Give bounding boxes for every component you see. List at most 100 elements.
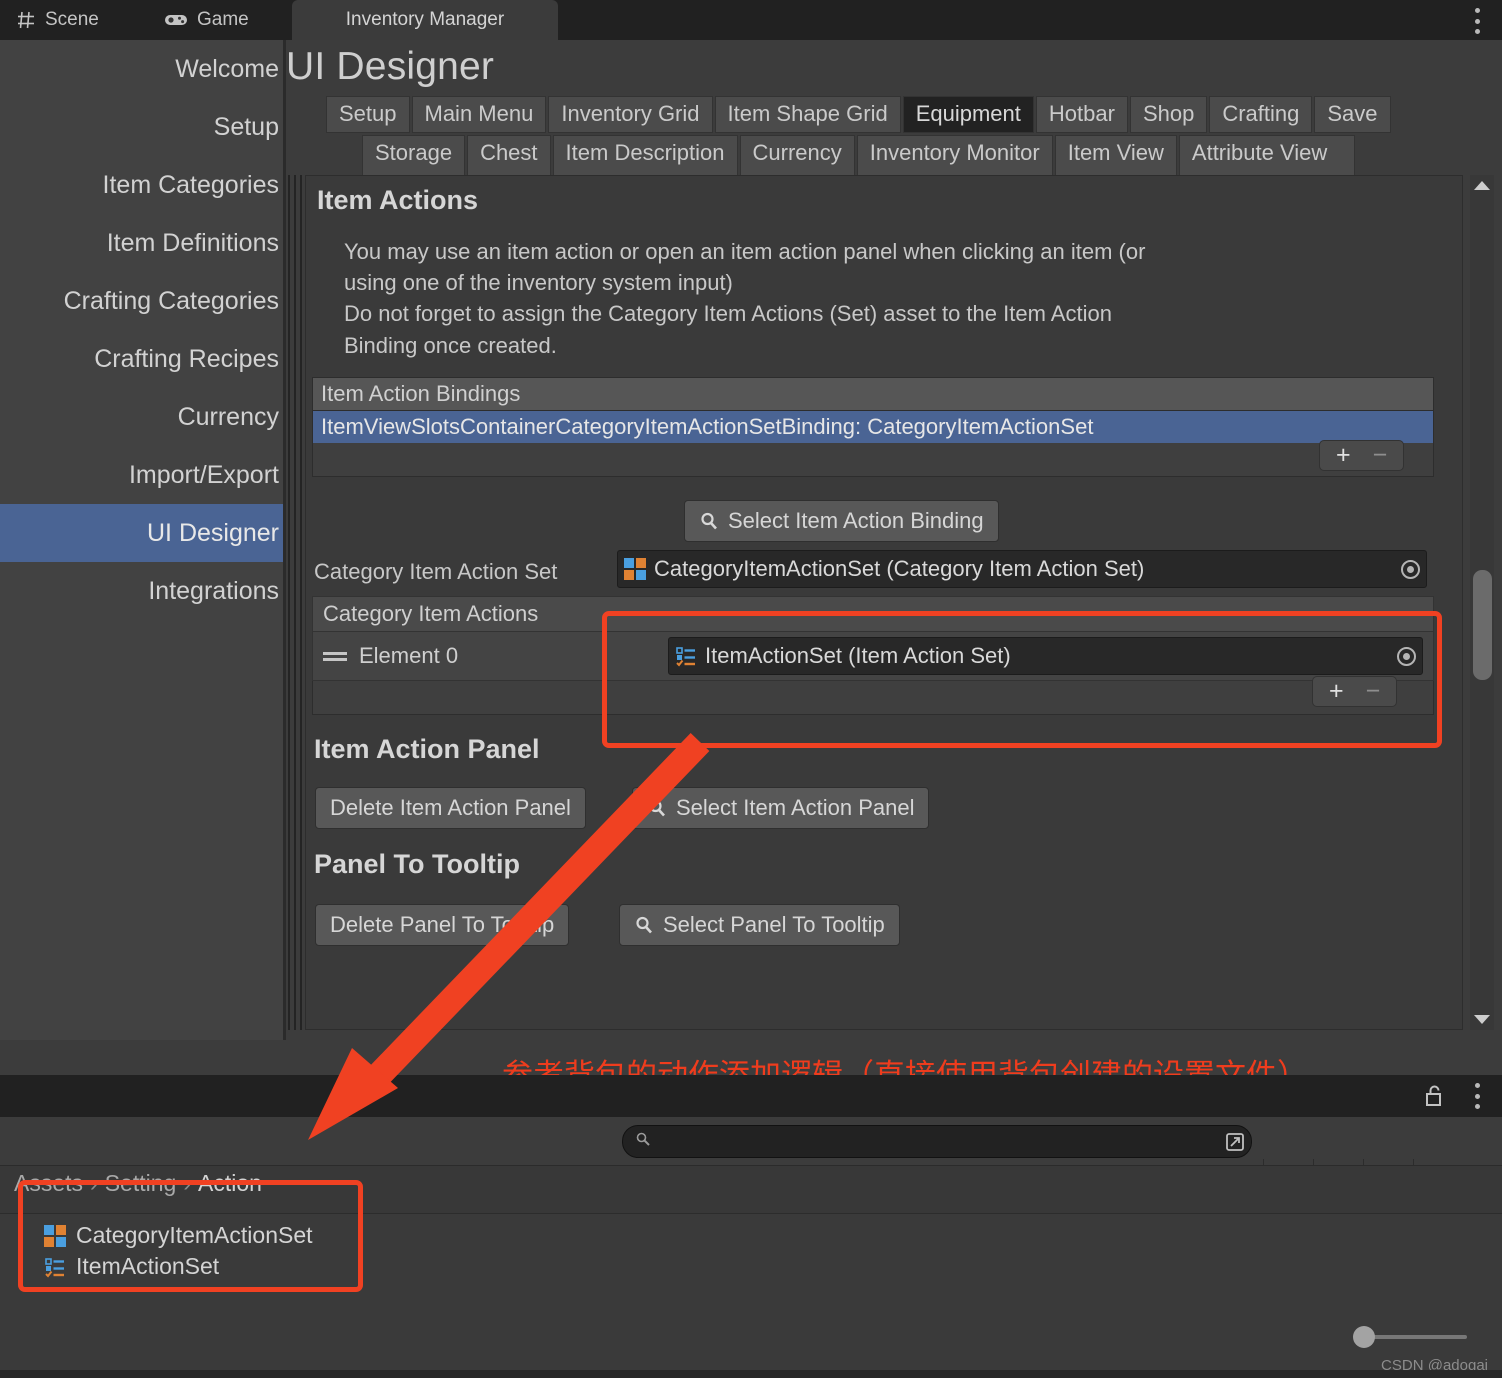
vertical-scrollbar[interactable] [1470, 175, 1494, 1030]
kebab-menu-icon[interactable] [1474, 1083, 1480, 1109]
list-item[interactable]: CategoryItemActionSet [0, 1220, 1502, 1251]
window-tab-game[interactable]: Game [148, 0, 265, 40]
sidebar-item-crafting-categories[interactable]: Crafting Categories [0, 272, 283, 330]
item-actions-description: You may use an item action or open an it… [344, 236, 1404, 361]
tab-shop[interactable]: Shop [1129, 96, 1208, 133]
unity-editor-window: Scene Game Inventory Manager Welcome Set… [0, 0, 1502, 1378]
zoom-slider[interactable] [1353, 1326, 1468, 1348]
zoom-slider-knob[interactable] [1353, 1326, 1375, 1348]
delete-item-action-panel-button[interactable]: Delete Item Action Panel [315, 787, 586, 829]
section-heading-item-actions: Item Actions [317, 185, 479, 215]
window-tab-label: Game [197, 9, 249, 30]
sidebar-item-setup[interactable]: Setup [0, 98, 283, 156]
gamepad-icon [164, 12, 188, 28]
tab-crafting[interactable]: Crafting [1209, 96, 1313, 133]
array-remove-button[interactable]: − [1366, 679, 1381, 704]
scrollbar-thumb[interactable] [1473, 570, 1492, 680]
sidebar-item-import-export[interactable]: Import/Export [0, 446, 283, 504]
kebab-menu-icon[interactable] [1474, 8, 1480, 34]
search-icon [634, 915, 654, 935]
tab-hotbar[interactable]: Hotbar [1035, 96, 1128, 133]
scroll-up-arrow-icon[interactable] [1474, 181, 1490, 190]
breadcrumb-item-action[interactable]: Action [198, 1170, 262, 1196]
project-toolbar: 17 [0, 1117, 1502, 1207]
search-input[interactable] [622, 1125, 1252, 1158]
add-binding-button[interactable]: + [1336, 443, 1351, 468]
window-tab-scene[interactable]: Scene [0, 0, 115, 40]
array-element-object-field[interactable]: ItemActionSet (Item Action Set) [668, 637, 1423, 675]
sidebar-item-item-definitions[interactable]: Item Definitions [0, 214, 283, 272]
sidebar-item-integrations[interactable]: Integrations [0, 562, 283, 620]
sidebar-item-welcome[interactable]: Welcome [0, 40, 283, 98]
sidebar-item-label: Crafting Categories [63, 286, 279, 315]
sidebar-item-ui-designer[interactable]: UI Designer [0, 504, 283, 562]
unlocked-padlock-icon[interactable] [1423, 1084, 1445, 1113]
category-item-action-set-label: Category Item Action Set [314, 559, 558, 584]
project-bottom-bar [0, 1370, 1502, 1378]
sidebar-item-label: Item Definitions [106, 228, 279, 257]
description-line-2: using one of the inventory system input) [344, 270, 733, 296]
object-picker-icon[interactable] [1401, 559, 1420, 579]
pane-divider-3 [300, 175, 302, 1030]
window-tab-bar: Scene Game Inventory Manager [0, 0, 1502, 40]
ui-designer-pane: UI Designer Setup Main Menu Inventory Gr… [286, 40, 1502, 1094]
tab-item-shape-grid[interactable]: Item Shape Grid [714, 96, 901, 133]
drag-handle-icon[interactable] [323, 651, 347, 661]
section-heading-item-action-panel: Item Action Panel [314, 734, 540, 764]
tab-inventory-grid[interactable]: Inventory Grid [548, 96, 713, 133]
scroll-down-arrow-icon[interactable] [1474, 1015, 1490, 1024]
sidebar-item-label: Integrations [148, 576, 279, 605]
bindings-add-remove-group: + − [1319, 440, 1405, 471]
breadcrumb-item-setting[interactable]: Setting [105, 1170, 177, 1196]
category-item-action-set-field[interactable]: CategoryItemActionSet (Category Item Act… [617, 550, 1427, 588]
item-action-set-icon [44, 1256, 66, 1278]
delete-panel-to-tooltip-button[interactable]: Delete Panel To Tooltip [315, 904, 570, 946]
sidebar-item-currency[interactable]: Currency [0, 388, 283, 446]
object-picker-icon[interactable] [1397, 646, 1416, 666]
field-value: CategoryItemActionSet (Category Item Act… [654, 556, 1145, 581]
field-value: ItemActionSet (Item Action Set) [705, 643, 1011, 668]
window-tab-label: Scene [45, 9, 99, 30]
select-item-action-binding-button[interactable]: Select Item Action Binding [684, 500, 999, 542]
sidebar-item-item-categories[interactable]: Item Categories [0, 156, 283, 214]
sidebar-item-label: Crafting Recipes [94, 344, 279, 373]
sidebar-item-label: Item Categories [102, 170, 279, 199]
description-line-4: Binding once created. [344, 332, 557, 358]
search-icon [635, 1131, 651, 1152]
button-label: Delete Item Action Panel [330, 795, 571, 820]
description-line-3: Do not forget to assign the Category Ite… [344, 301, 1112, 327]
array-header: Category Item Actions [312, 596, 1434, 632]
array-element-label: Element 0 [359, 643, 459, 668]
breadcrumb-separator-icon: › [90, 1170, 98, 1196]
list-header: Item Action Bindings [312, 377, 1434, 411]
grid-icon [16, 10, 36, 30]
table-row[interactable]: Element 0 ItemActionSet (Item Action Set… [312, 632, 1434, 681]
list-footer [312, 443, 1434, 477]
remove-binding-button[interactable]: − [1373, 443, 1388, 468]
breadcrumb: Assets › Setting › Action [14, 1170, 262, 1197]
select-item-action-panel-button[interactable]: Select Item Action Panel [632, 787, 930, 829]
button-label: Select Item Action Binding [728, 508, 984, 533]
zoom-slider-track [1367, 1335, 1467, 1339]
tab-equipment[interactable]: Equipment [902, 96, 1034, 133]
search-icon [647, 798, 667, 818]
tab-main-menu[interactable]: Main Menu [411, 96, 547, 133]
open-in-new-icon[interactable] [1221, 1129, 1248, 1155]
breadcrumb-item-assets[interactable]: Assets [14, 1170, 83, 1196]
category-item-action-set-icon [624, 558, 646, 580]
array-add-button[interactable]: + [1329, 679, 1344, 704]
search-icon [699, 511, 719, 531]
asset-name: CategoryItemActionSet [76, 1222, 313, 1248]
sidebar-item-crafting-recipes[interactable]: Crafting Recipes [0, 330, 283, 388]
category-item-action-set-icon [44, 1224, 66, 1247]
list-item[interactable]: ItemActionSet [0, 1251, 1502, 1282]
select-panel-to-tooltip-button[interactable]: Select Panel To Tooltip [619, 904, 900, 946]
tab-setup[interactable]: Setup [326, 96, 410, 133]
pane-divider-2 [294, 175, 296, 1030]
window-tab-inventory-manager[interactable]: Inventory Manager [292, 0, 558, 40]
page-title: UI Designer [286, 45, 495, 88]
tab-save[interactable]: Save [1314, 96, 1391, 133]
sidebar-item-label: Welcome [175, 54, 279, 83]
inventory-manager-body: Welcome Setup Item Categories Item Defin… [0, 40, 1502, 1094]
list-item[interactable]: ItemViewSlotsContainerCategoryItemAction… [312, 411, 1434, 443]
